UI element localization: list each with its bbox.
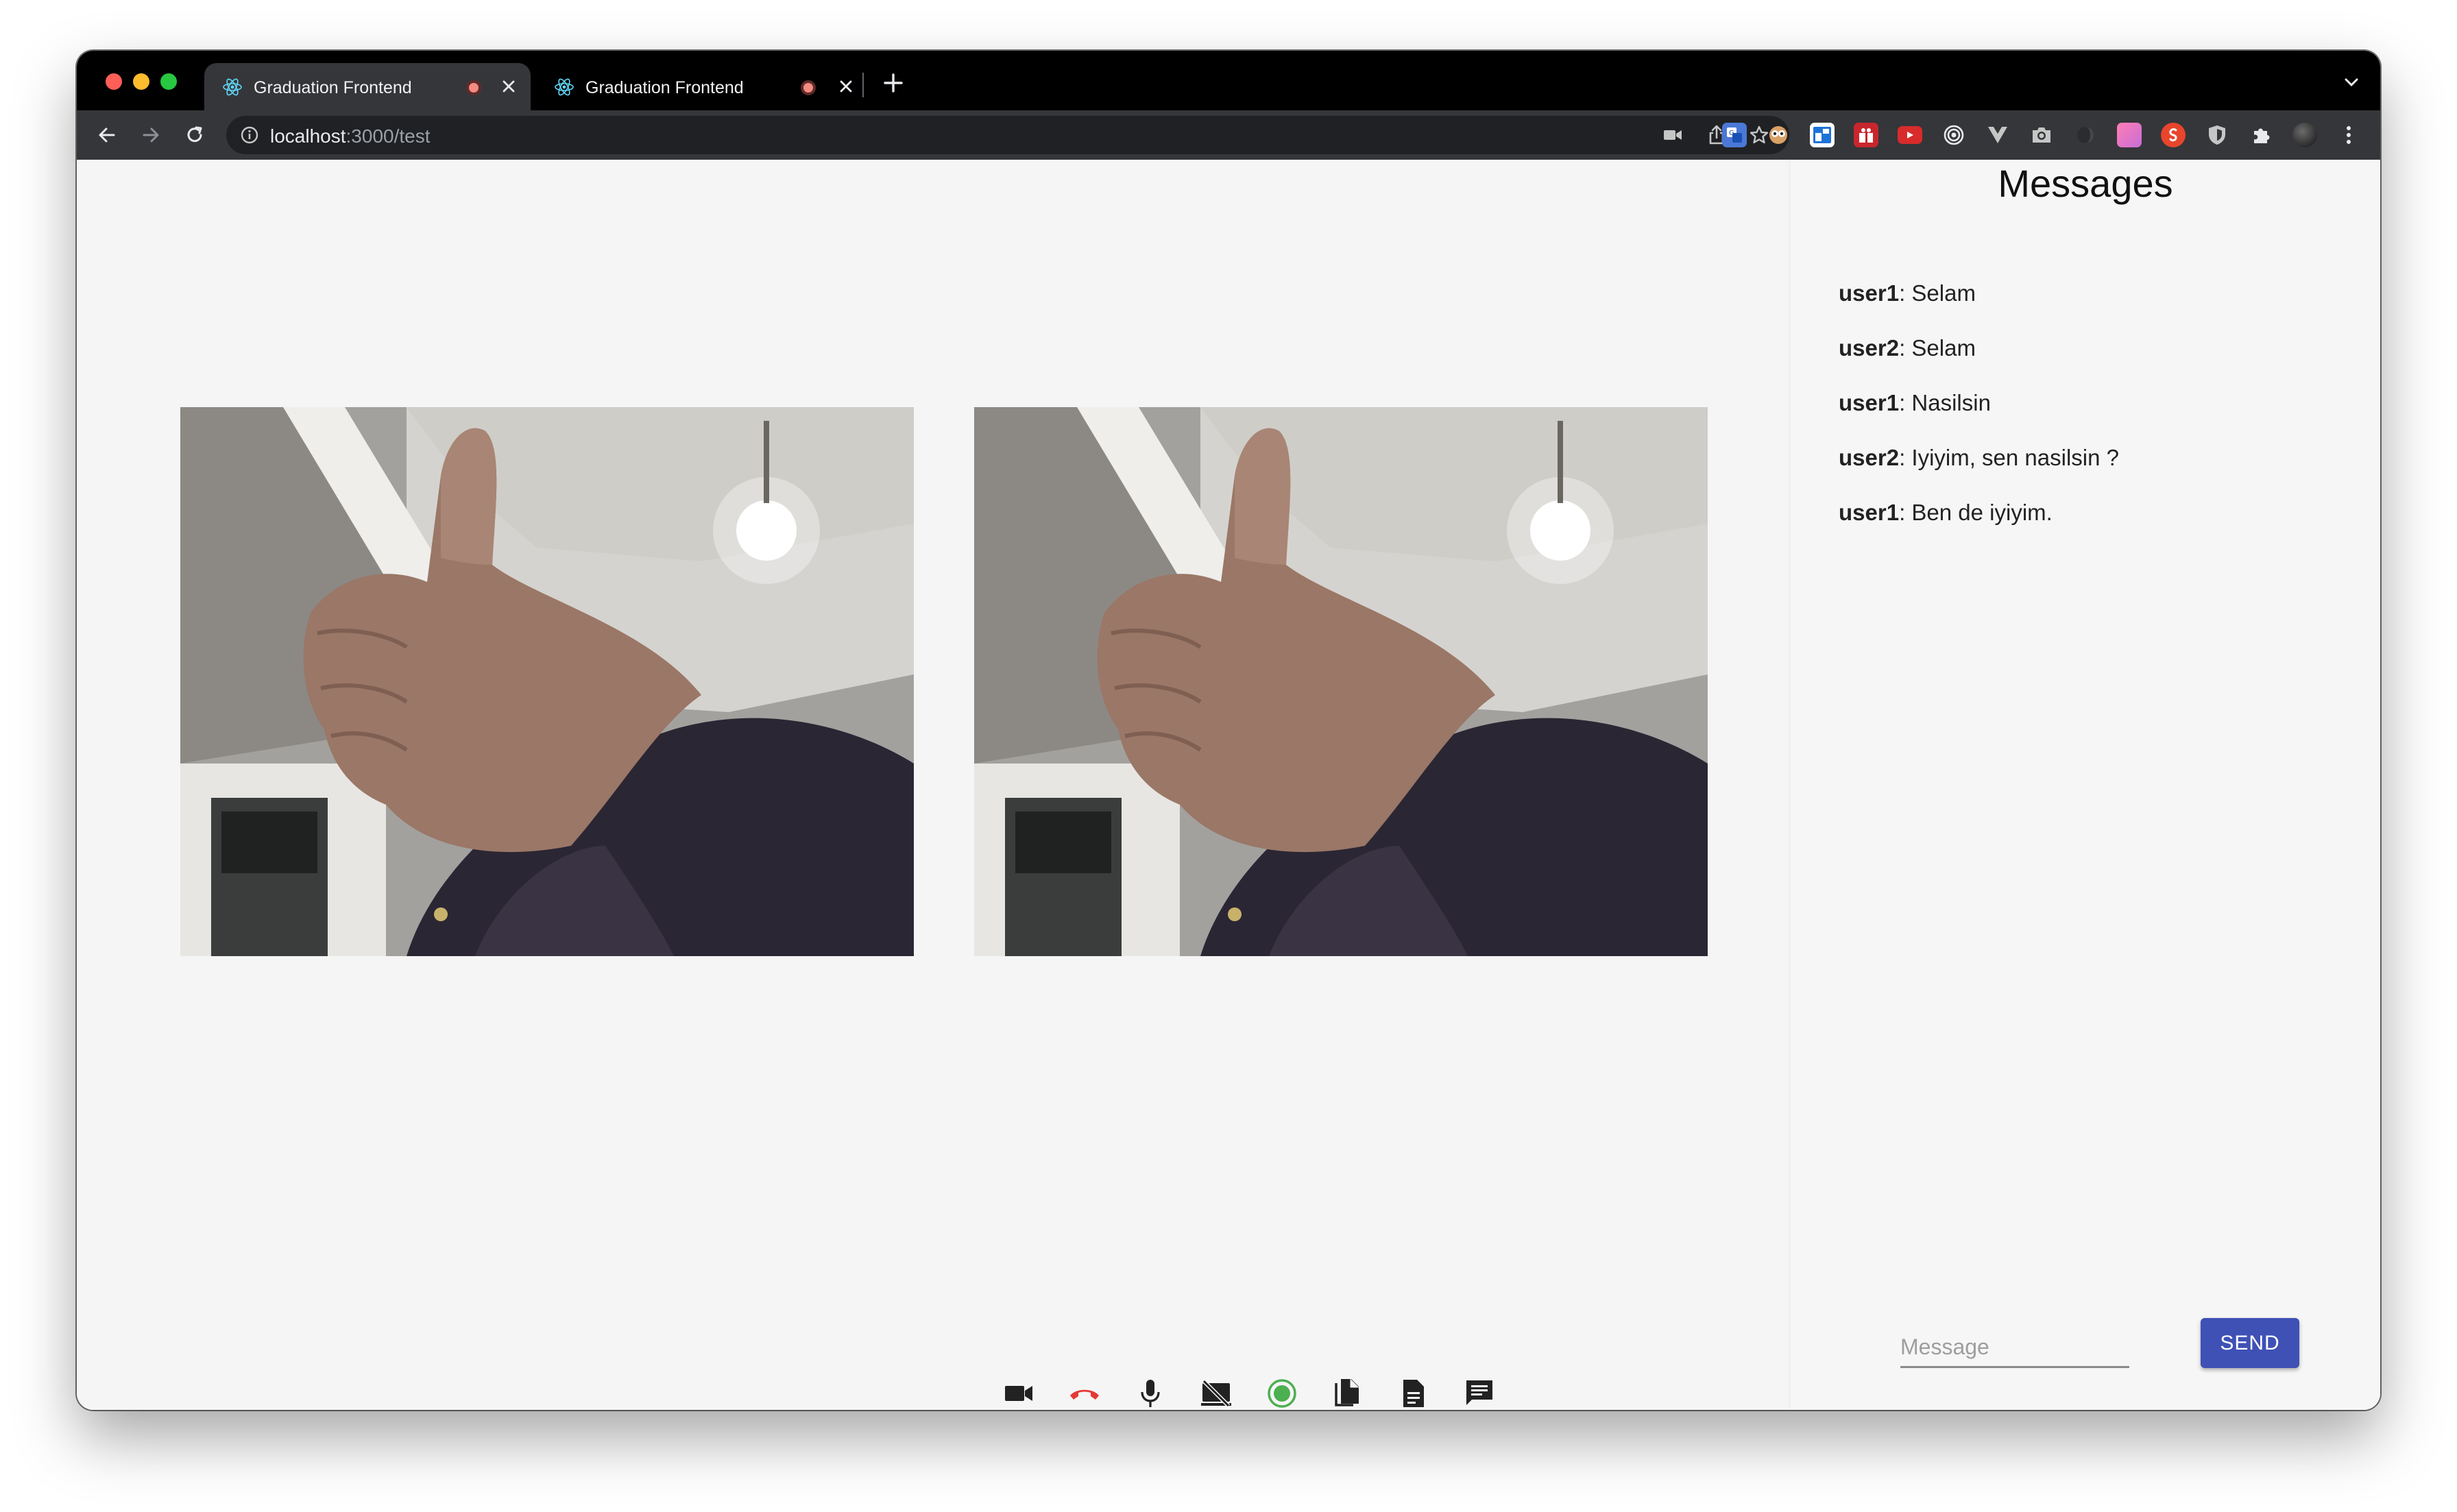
- message-item: user2: Iyiyim, sen nasilsin ?: [1839, 445, 2119, 500]
- react-logo-icon: [223, 78, 242, 96]
- new-tab-button[interactable]: [876, 66, 910, 100]
- message-user: user2: [1839, 335, 1900, 361]
- url-text[interactable]: localhost:3000/test: [270, 125, 431, 147]
- call-end-icon: [1070, 1389, 1099, 1400]
- camera-toggle-button[interactable]: [998, 1373, 1039, 1410]
- shield-extension-icon[interactable]: [2205, 123, 2229, 147]
- description-icon: [1403, 1380, 1424, 1407]
- kebab-menu-icon: [2347, 126, 2351, 144]
- tab-title: Graduation Frontend: [254, 78, 412, 97]
- mic-icon: [1141, 1380, 1160, 1407]
- url-path: :3000/test: [346, 125, 431, 147]
- message-item: user1: Nasilsin: [1839, 390, 2119, 445]
- address-bar[interactable]: localhost:3000/test: [226, 116, 1789, 154]
- messages-title: Messages: [1998, 162, 2173, 205]
- plus-icon: [884, 73, 903, 93]
- arrow-left-icon: [99, 127, 115, 143]
- tab-graduation-frontend-2[interactable]: Graduation Frontend: [536, 63, 883, 110]
- browser-toolbar: localhost:3000/test G: [77, 110, 2380, 160]
- recording-indicator-icon: [466, 80, 481, 95]
- recording-indicator-icon: [801, 80, 816, 95]
- chat-icon: [1466, 1380, 1492, 1405]
- record-button[interactable]: [1261, 1373, 1303, 1410]
- forward-button[interactable]: [134, 119, 167, 151]
- color-picker-extension-icon[interactable]: [2117, 123, 2142, 147]
- url-host: localhost: [270, 125, 346, 147]
- dark-mode-extension-icon[interactable]: [2073, 123, 2098, 147]
- reload-icon: [187, 126, 202, 143]
- message-input[interactable]: [1900, 1328, 2129, 1368]
- local-video: [180, 407, 914, 956]
- camera-feed-thumbs-up: [180, 407, 914, 956]
- profile-avatar[interactable]: [2292, 123, 2317, 147]
- tab-title: Graduation Frontend: [585, 78, 744, 97]
- tab-separator: [862, 73, 864, 97]
- arrow-right-icon: [143, 127, 159, 143]
- chat-button[interactable]: [1459, 1373, 1500, 1410]
- close-tab-icon[interactable]: [495, 73, 522, 100]
- screen-share-toggle-button[interactable]: [1196, 1373, 1237, 1410]
- target-extension-icon[interactable]: [1941, 123, 1966, 147]
- message-list: user1: Selam user2: Selam user1: Nasilsi…: [1839, 280, 2119, 554]
- mic-toggle-button[interactable]: [1130, 1373, 1171, 1410]
- files-button[interactable]: [1327, 1373, 1368, 1410]
- message-text: : Selam: [1899, 280, 1976, 306]
- message-user: user1: [1839, 280, 1900, 306]
- message-item: user1: Selam: [1839, 280, 2119, 335]
- message-item: user2: Selam: [1839, 335, 2119, 390]
- remote-video: [974, 407, 1708, 956]
- maximize-window-button[interactable]: [160, 73, 177, 90]
- info-icon[interactable]: [240, 125, 259, 145]
- camera-extension-icon[interactable]: [2029, 123, 2054, 147]
- gift-extension-icon[interactable]: [1854, 123, 1878, 147]
- close-window-button[interactable]: [106, 73, 122, 90]
- back-button[interactable]: [90, 119, 123, 151]
- document-button[interactable]: [1393, 1373, 1434, 1410]
- tab-strip: Graduation Frontend Graduation Frontend: [77, 51, 2380, 110]
- hang-up-button[interactable]: [1064, 1373, 1105, 1410]
- camera-in-use-icon[interactable]: [1660, 123, 1685, 147]
- messages-panel: Messages user1: Selam user2: Selam user1…: [1791, 160, 2380, 1410]
- svelte-extension-icon[interactable]: [2161, 123, 2186, 147]
- message-text: : Ben de iyiyim.: [1899, 500, 2053, 525]
- browser-menu-button[interactable]: [2336, 123, 2361, 147]
- youtube-extension-icon[interactable]: [1898, 126, 1922, 144]
- call-controls: [998, 1373, 1519, 1410]
- owl-extension-icon[interactable]: [1766, 123, 1791, 147]
- window-layout-extension-icon[interactable]: [1810, 123, 1835, 147]
- react-logo-icon: [555, 78, 574, 96]
- message-text: : Nasilsin: [1899, 390, 1991, 415]
- message-user: user1: [1839, 390, 1900, 415]
- file-copy-icon: [1335, 1379, 1359, 1406]
- camera-feed-thumbs-up: [974, 407, 1708, 956]
- google-translate-extension-icon[interactable]: G: [1722, 123, 1747, 147]
- reload-button[interactable]: [178, 119, 211, 151]
- minimize-window-button[interactable]: [133, 73, 149, 90]
- svg-text:G: G: [1729, 130, 1734, 137]
- extensions-puzzle-icon[interactable]: [2249, 123, 2273, 147]
- close-tab-icon[interactable]: [832, 73, 860, 100]
- tab-search-button[interactable]: [2338, 69, 2365, 96]
- message-user: user2: [1839, 445, 1900, 470]
- message-text: : Iyiyim, sen nasilsin ?: [1899, 445, 2120, 470]
- message-user: user1: [1839, 500, 1900, 525]
- message-text: : Selam: [1899, 335, 1976, 361]
- message-item: user1: Ben de iyiyim.: [1839, 500, 2119, 554]
- record-icon: [1268, 1379, 1296, 1408]
- tab-graduation-frontend-1[interactable]: Graduation Frontend: [204, 63, 531, 110]
- vue-devtools-extension-icon[interactable]: [1985, 123, 2010, 147]
- browser-window: Graduation Frontend Graduation Frontend: [77, 51, 2380, 1410]
- send-button[interactable]: SEND: [2201, 1318, 2299, 1368]
- videocam-icon: [1005, 1386, 1032, 1401]
- page-content: Messages user1: Selam user2: Selam user1…: [77, 160, 2380, 1410]
- chevron-down-icon: [2345, 78, 2358, 87]
- stop-screen-share-icon: [1201, 1380, 1231, 1407]
